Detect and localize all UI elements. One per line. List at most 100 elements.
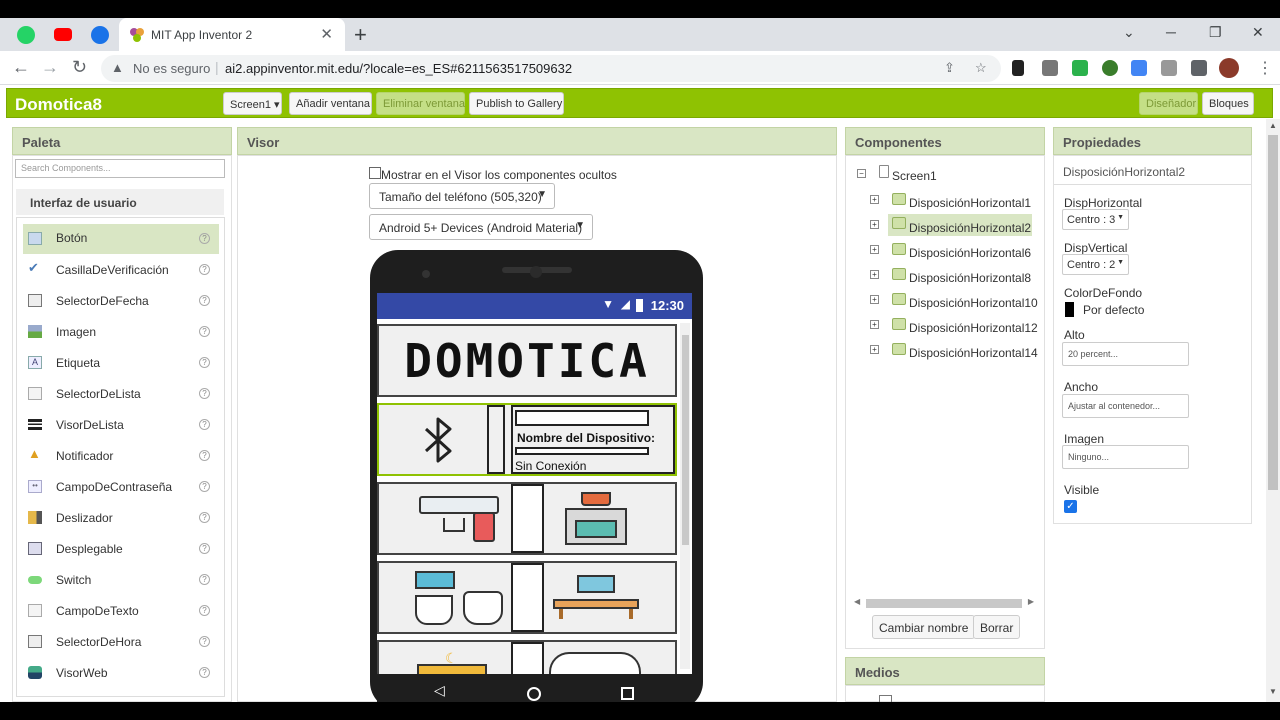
help-icon[interactable]: ? <box>199 295 210 306</box>
avatar[interactable] <box>1219 58 1239 78</box>
page-scrollbar[interactable]: ▲ ▼ <box>1266 119 1280 702</box>
help-icon[interactable]: ? <box>199 388 210 399</box>
palette-item-image[interactable]: Imagen ? <box>23 317 219 347</box>
page-scrollbar-thumb[interactable] <box>1268 135 1278 490</box>
url-text[interactable]: ai2.appinventor.mit.edu/?locale=es_ES#62… <box>225 61 572 76</box>
phone-scrollbar[interactable] <box>680 323 690 669</box>
close-window-icon[interactable]: ✕ <box>1252 24 1264 41</box>
browser-menu-icon[interactable]: ⋮ <box>1257 58 1273 78</box>
address-bar[interactable]: ▲ No es seguro | ai2.appinventor.mit.edu… <box>101 55 1001 82</box>
palette-item-textbox[interactable]: CampoDeTexto ? <box>23 596 219 626</box>
palette-item-button[interactable]: Botón ? <box>23 224 219 254</box>
bathroom-image[interactable] <box>415 571 507 627</box>
palette-item-listview[interactable]: VisorDeLista ? <box>23 410 219 440</box>
tree-item[interactable]: DisposiciónHorizontal12 <box>888 315 1038 337</box>
visible-checkbox[interactable]: ✓ <box>1064 500 1077 513</box>
palette-item-listpicker[interactable]: SelectorDeLista ? <box>23 379 219 409</box>
scroll-left-icon[interactable]: ◀ <box>854 597 860 606</box>
image-field[interactable]: Ninguno... <box>1062 445 1189 469</box>
phone-size-dropdown[interactable]: Tamaño del teléfono (505,320) ▼ <box>369 183 555 209</box>
minimize-icon[interactable]: ─ <box>1166 24 1176 40</box>
bookmark-star-icon[interactable]: ☆ <box>975 60 987 76</box>
show-hidden-checkbox[interactable] <box>369 167 381 179</box>
palette-category-header[interactable]: Interfaz de usuario <box>16 189 224 215</box>
help-icon[interactable]: ? <box>199 543 210 554</box>
media-item-icon[interactable] <box>879 695 892 702</box>
palette-item-checkbox[interactable]: ✔ CasillaDeVerificación ? <box>23 255 219 285</box>
tree-item[interactable]: DisposiciónHorizontal8 <box>888 265 1036 287</box>
expand-icon[interactable]: + <box>870 245 879 254</box>
expand-icon[interactable]: + <box>870 195 879 204</box>
palette-item-webviewer[interactable]: VisorWeb ? <box>23 658 219 688</box>
add-screen-button[interactable]: Añadir ventana <box>289 92 372 115</box>
home-circle-icon[interactable] <box>527 687 541 701</box>
back-icon[interactable]: ← <box>12 57 30 78</box>
tree-item[interactable]: DisposiciónHorizontal6 <box>888 240 1036 262</box>
disp-horizontal-dropdown[interactable]: Centro : 3 ▼ <box>1062 209 1129 230</box>
disp-vertical-dropdown[interactable]: Centro : 2 ▼ <box>1062 254 1129 275</box>
tree-item[interactable]: DisposiciónHorizontal1 <box>888 190 1036 212</box>
expand-icon[interactable]: + <box>870 320 879 329</box>
stove-image[interactable] <box>559 492 633 547</box>
phone-scrollbar-thumb[interactable] <box>682 335 689 545</box>
maximize-icon[interactable]: ❐ <box>1209 24 1222 41</box>
air-conditioner-image[interactable] <box>419 496 499 542</box>
tree-item[interactable]: DisposiciónHorizontal14 <box>888 340 1038 362</box>
expand-icon[interactable]: + <box>870 220 879 229</box>
help-icon[interactable]: ? <box>199 512 210 523</box>
living-room-image[interactable] <box>551 575 643 621</box>
palette-item-datepicker[interactable]: SelectorDeFecha ? <box>23 286 219 316</box>
help-icon[interactable]: ? <box>199 233 210 244</box>
scroll-right-icon[interactable]: ▶ <box>1028 597 1034 606</box>
collapse-icon[interactable]: − <box>857 169 866 178</box>
translate-icon[interactable] <box>1131 60 1147 76</box>
devices-row-2[interactable] <box>377 561 677 634</box>
globe-extension-icon[interactable] <box>1102 60 1118 76</box>
whatsapp-icon[interactable] <box>17 26 35 44</box>
shield-extension-icon[interactable] <box>1072 60 1088 76</box>
help-icon[interactable]: ? <box>199 326 210 337</box>
help-icon[interactable]: ? <box>199 481 210 492</box>
help-icon[interactable]: ? <box>199 264 210 275</box>
width-field[interactable]: Ajustar al contenedor... <box>1062 394 1189 418</box>
remove-screen-button[interactable]: Eliminar ventana <box>376 92 465 115</box>
devices-row-1[interactable] <box>377 482 677 555</box>
help-icon[interactable]: ? <box>199 419 210 430</box>
palette-item-label[interactable]: A Etiqueta ? <box>23 348 219 378</box>
screenshot-extension-icon[interactable] <box>1161 60 1177 76</box>
palette-item-slider[interactable]: Deslizador ? <box>23 503 219 533</box>
garage-image[interactable] <box>549 652 641 674</box>
reload-icon[interactable]: ↻ <box>72 57 87 78</box>
help-icon[interactable]: ? <box>199 667 210 678</box>
tree-horizontal-scrollbar[interactable]: ◀ ▶ <box>852 597 1036 609</box>
devices-row-3[interactable]: ☾ <box>377 640 677 674</box>
forward-icon[interactable]: → <box>41 57 59 78</box>
share-icon[interactable]: ⇪ <box>944 60 955 76</box>
heading-arrangement[interactable]: DOMOTICA <box>377 324 677 397</box>
palette-item-passwordtextbox[interactable]: •• CampoDeContraseña ? <box>23 472 219 502</box>
extension-tab-icon[interactable] <box>91 26 109 44</box>
screen-select-button[interactable]: Screen1 ▾ <box>223 92 282 115</box>
palette-item-spinner[interactable]: Desplegable ? <box>23 534 219 564</box>
speaker-icon[interactable] <box>1012 60 1024 76</box>
copy-extension-icon[interactable] <box>1042 60 1058 76</box>
active-tab[interactable]: MIT App Inventor 2 ✕ <box>119 18 345 51</box>
expand-icon[interactable]: + <box>870 295 879 304</box>
help-icon[interactable]: ? <box>199 574 210 585</box>
expand-icon[interactable]: + <box>870 345 879 354</box>
palette-search-input[interactable]: Search Components... <box>15 159 225 178</box>
puzzle-icon[interactable] <box>1191 60 1207 76</box>
tree-scrollbar-thumb[interactable] <box>866 599 1022 608</box>
expand-icon[interactable]: + <box>870 270 879 279</box>
help-icon[interactable]: ? <box>199 636 210 647</box>
scroll-down-icon[interactable]: ▼ <box>1269 687 1277 696</box>
blocks-button[interactable]: Bloques <box>1202 92 1254 115</box>
recents-square-icon[interactable] <box>621 687 634 700</box>
designer-button[interactable]: Diseñador <box>1139 92 1198 115</box>
warning-icon[interactable]: ▲ <box>111 60 124 75</box>
theme-dropdown[interactable]: Android 5+ Devices (Android Material) ▼ <box>369 214 593 240</box>
tree-root[interactable]: Screen1 <box>879 165 937 185</box>
rename-button[interactable]: Cambiar nombre <box>872 615 976 639</box>
publish-button[interactable]: Publish to Gallery <box>469 92 564 115</box>
palette-item-timepicker[interactable]: SelectorDeHora ? <box>23 627 219 657</box>
